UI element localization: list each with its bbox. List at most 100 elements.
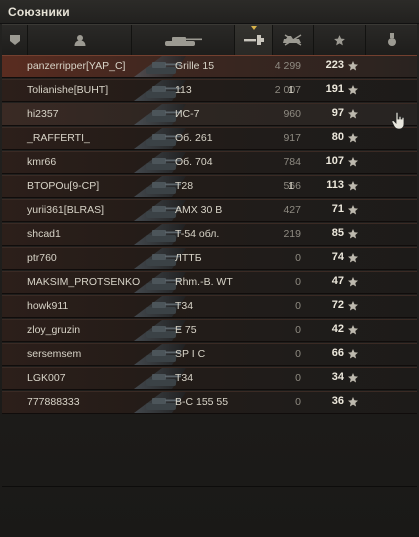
star-icon [347,251,359,263]
vehicle-name: Об. 704 [175,156,213,168]
damage-value: 960 [283,108,301,120]
star-icon [347,131,359,143]
column-player[interactable] [28,25,132,55]
column-vehicle[interactable] [132,25,235,55]
panel-title: Союзники [8,5,70,19]
experience-value: 223 [325,59,344,71]
vehicle-name: ИС-7 [175,108,200,120]
player-name: zloy_gruzin [27,324,81,336]
star-icon [347,155,359,167]
damage-value: 0 [295,252,301,264]
player-row[interactable]: _RAFFERTI_ Об. 261 917 80 [2,127,417,150]
experience-value: 113 [326,179,344,191]
vehicle-name: T28 [175,180,194,192]
kills-value: 1 [288,84,294,96]
player-name: LGK007 [27,372,66,384]
vehicle-name: T34 [175,372,194,384]
player-row[interactable]: BTOPOu[9-CP] T28 566 1 113 [2,175,417,198]
player-row[interactable]: MAKSIM_PROTSENKO Rhm.-B. WT 0 47 [2,271,417,294]
star-icon [347,59,359,71]
vehicle-name: T34 [175,300,194,312]
star-icon [347,371,359,383]
list-divider [2,486,417,487]
star-icon [334,34,345,45]
experience-value: 66 [331,347,344,359]
experience-value: 34 [331,371,344,383]
vehicle-name: 113 [175,84,192,96]
experience-value: 47 [331,275,344,287]
player-name: MAKSIM_PROTSENKO [27,276,141,288]
damage-value: 427 [283,204,301,216]
damage-value: 784 [283,156,301,168]
experience-value: 36 [331,395,344,407]
tank-icon [165,37,202,46]
experience-value: 85 [331,227,344,239]
damage-value: 917 [283,132,301,144]
table-header [2,24,417,56]
vehicle-name: T-54 обл. [175,228,220,240]
star-icon [347,323,359,335]
player-row[interactable]: howk911 T34 0 72 [2,295,417,318]
star-icon [347,107,359,119]
vehicle-name: SP I C [175,348,206,360]
vehicle-name: Grille 15 [175,60,215,72]
player-name: BTOPOu[9-CP] [27,180,100,192]
player-row[interactable]: ptr760 ЛТТБ 0 74 [2,247,417,270]
vehicle-name: AMX 30 B [175,204,223,216]
vehicle-name: ЛТТБ [175,252,202,264]
column-experience[interactable] [314,25,366,55]
damage-value: 0 [295,372,301,384]
experience-value: 97 [331,107,344,119]
damage-value: 0 [295,396,301,408]
experience-value: 74 [331,251,344,263]
player-name: _RAFFERTI_ [27,132,90,144]
player-row[interactable]: Tolianishe[BUHT] 113 2 007 1 191 [2,79,417,102]
player-name: howk911 [27,300,69,312]
column-squad[interactable] [2,25,28,55]
player-row[interactable]: hi2357 ИС-7 960 97 [2,103,417,126]
experience-value: 80 [331,131,344,143]
player-row[interactable]: 777888333 B-C 155 55 0 36 [2,391,417,414]
damage-value: 0 [295,324,301,336]
player-row[interactable]: shcad1 T-54 обл. 219 85 [2,223,417,246]
kills-icon [283,34,302,46]
experience-value: 107 [325,155,344,167]
vehicle-name: Rhm.-B. WT [175,276,233,288]
allies-list: panzerripper[YAP_C] Grille 15 4 299 223 Toli… [2,55,417,415]
vehicle-name: B-C 155 55 [175,396,229,408]
player-icon [74,35,85,46]
kills-value: 1 [288,180,294,192]
damage-value: 0 [295,348,301,360]
star-icon [347,203,359,215]
experience-value: 71 [331,203,344,215]
player-row[interactable]: yurii361[BLRAS] AMX 30 B 427 71 [2,199,417,222]
player-name: shcad1 [27,228,61,240]
column-damage[interactable] [235,25,273,55]
player-row[interactable]: LGK007 T34 0 34 [2,367,417,390]
vehicle-name: E 75 [175,324,197,336]
vehicle-name: Об. 261 [175,132,213,144]
column-medals[interactable] [366,25,417,55]
squad-icon [9,35,20,45]
experience-value: 191 [325,83,344,95]
player-name: 777888333 [27,396,80,408]
damage-value: 219 [283,228,301,240]
player-name: Tolianishe[BUHT] [27,84,109,96]
player-row[interactable]: sersemsem SP I C 0 66 [2,343,417,366]
experience-value: 42 [331,323,344,335]
damage-value: 4 299 [274,60,301,72]
damage-icon [243,35,264,45]
medal-icon [387,33,396,46]
star-icon [347,227,359,239]
player-name: panzerripper[YAP_C] [27,60,126,72]
hand-cursor-icon [392,111,405,129]
player-row[interactable]: kmr66 Об. 704 784 107 [2,151,417,174]
damage-value: 0 [295,300,301,312]
player-row[interactable]: panzerripper[YAP_C] Grille 15 4 299 223 [2,55,417,78]
player-row[interactable]: zloy_gruzin E 75 0 42 [2,319,417,342]
sort-arrow-icon [250,26,257,30]
player-name: ptr760 [27,252,57,264]
column-kills[interactable] [273,25,314,55]
allies-panel: Союзники panzerripper[YAP_C] Grille 15 4… [0,0,419,537]
star-icon [347,179,359,191]
